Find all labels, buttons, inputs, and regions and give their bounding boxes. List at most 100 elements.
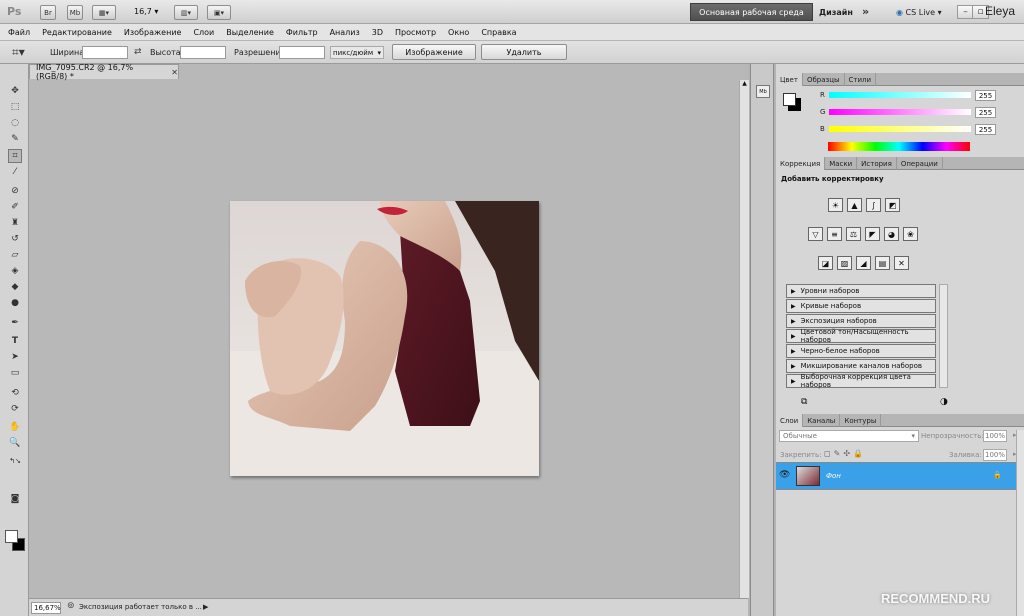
color-spectrum-bar[interactable] bbox=[828, 142, 970, 151]
fg-color-box[interactable] bbox=[783, 93, 796, 106]
presets-scrollbar[interactable] bbox=[939, 284, 948, 388]
path-selection-tool-icon[interactable]: ➤ bbox=[8, 350, 22, 364]
clip-to-layer-icon[interactable]: ⧉ bbox=[801, 397, 807, 407]
hand-tool-icon[interactable]: ✋ bbox=[8, 420, 22, 434]
preset-curves[interactable]: ▶ Кривые наборов bbox=[786, 299, 936, 313]
3d-orbit-tool-icon[interactable]: ⟳ bbox=[8, 402, 22, 416]
menu-help[interactable]: Справка bbox=[481, 28, 516, 37]
minibridge-button[interactable]: Mb bbox=[67, 5, 83, 20]
preset-black-white[interactable]: ▶ Черно-белое наборов bbox=[786, 344, 936, 358]
close-icon[interactable]: ✕ bbox=[171, 68, 178, 77]
workspace-essentials-button[interactable]: Основная рабочая среда bbox=[690, 3, 813, 21]
preset-exposure[interactable]: ▶ Экспозиция наборов bbox=[786, 314, 936, 328]
canvas-photo[interactable] bbox=[230, 201, 539, 476]
tab-swatches[interactable]: Образцы bbox=[803, 73, 845, 86]
tab-channels[interactable]: Каналы bbox=[803, 414, 841, 427]
curves-icon[interactable]: ∫ bbox=[866, 198, 881, 212]
arrange-documents-button[interactable]: ▥▾ bbox=[174, 5, 198, 20]
menu-file[interactable]: Файл bbox=[8, 28, 30, 37]
tab-masks[interactable]: Маски bbox=[825, 157, 858, 170]
channel-g-slider[interactable] bbox=[829, 109, 971, 115]
layer-row-background[interactable]: 👁 Фон 🔒 bbox=[776, 462, 1016, 490]
tab-styles[interactable]: Стили bbox=[845, 73, 877, 86]
resolution-input[interactable] bbox=[279, 46, 325, 59]
cs-live-button[interactable]: ◉ CS Live ▾ bbox=[896, 8, 942, 17]
color-balance-icon[interactable]: ⚖ bbox=[846, 227, 861, 241]
move-tool-icon[interactable]: ✥ bbox=[8, 84, 22, 98]
view-previous-icon[interactable]: ◑ bbox=[940, 397, 948, 407]
brush-tool-icon[interactable]: ✐ bbox=[8, 200, 22, 214]
more-workspaces-icon[interactable]: » bbox=[862, 5, 869, 18]
preset-selective-color[interactable]: ▶ Выборочная коррекция цвета наборов bbox=[786, 373, 936, 389]
history-brush-tool-icon[interactable]: ↺ bbox=[8, 232, 22, 246]
menu-select[interactable]: Выделение bbox=[226, 28, 274, 37]
quick-selection-tool-icon[interactable]: ✎ bbox=[8, 132, 22, 146]
eraser-tool-icon[interactable]: ▱ bbox=[8, 248, 22, 262]
workspace-design-button[interactable]: Дизайн bbox=[819, 8, 853, 17]
swap-colors-icon[interactable]: ↰↘ bbox=[8, 454, 22, 468]
lock-icons[interactable]: ◻✎✣🔒 bbox=[824, 449, 866, 458]
vibrance-icon[interactable]: ▽ bbox=[808, 227, 823, 241]
menu-analysis[interactable]: Анализ bbox=[330, 28, 360, 37]
invert-icon[interactable]: ◪ bbox=[818, 256, 833, 270]
crop-tool-preset-icon[interactable]: ⌗▾ bbox=[12, 45, 25, 60]
menu-filter[interactable]: Фильтр bbox=[286, 28, 318, 37]
lasso-tool-icon[interactable]: ◌ bbox=[8, 116, 22, 130]
tab-layers[interactable]: Слои bbox=[776, 414, 804, 427]
menu-3d[interactable]: 3D bbox=[372, 28, 383, 37]
black-white-icon[interactable]: ◤ bbox=[865, 227, 880, 241]
preset-levels[interactable]: ▶ Уровни наборов bbox=[786, 284, 936, 298]
zoom-dropdown[interactable]: 16,7 ▾ bbox=[134, 7, 158, 16]
opacity-field[interactable]: 100% bbox=[983, 430, 1007, 442]
zoom-tool-icon[interactable]: 🔍 bbox=[8, 436, 22, 450]
tab-color[interactable]: Цвет bbox=[776, 73, 803, 86]
pen-tool-icon[interactable]: ✒ bbox=[8, 316, 22, 330]
layers-scrollbar[interactable] bbox=[1016, 430, 1024, 616]
brightness-icon[interactable]: ☀ bbox=[828, 198, 843, 212]
bridge-button[interactable]: Br bbox=[40, 5, 56, 20]
preset-hue-saturation[interactable]: ▶ Цветовой тон/Насыщенность наборов bbox=[786, 328, 936, 344]
menu-window[interactable]: Окно bbox=[448, 28, 469, 37]
foreground-color-swatch[interactable] bbox=[5, 530, 18, 543]
exposure-icon[interactable]: ◩ bbox=[885, 198, 900, 212]
fill-field[interactable]: 100% bbox=[983, 449, 1007, 461]
channel-g-value[interactable]: 255 bbox=[975, 107, 996, 118]
paint-bucket-tool-icon[interactable]: ◈ bbox=[8, 264, 22, 278]
zoom-field[interactable]: 16,67% bbox=[31, 602, 61, 614]
minibridge-panel-icon[interactable]: Mb bbox=[756, 85, 770, 98]
resolution-unit-select[interactable]: пикс/дюйм ▾ bbox=[330, 46, 384, 59]
vertical-scrollbar[interactable]: ▲ bbox=[739, 80, 749, 598]
blend-mode-select[interactable]: Обычные ▾ bbox=[779, 430, 919, 442]
menu-edit[interactable]: Редактирование bbox=[42, 28, 112, 37]
status-menu-icon[interactable]: ▶ bbox=[203, 603, 208, 611]
view-extras-button[interactable]: ▦▾ bbox=[92, 5, 116, 20]
channel-r-value[interactable]: 255 bbox=[975, 90, 996, 101]
3d-rotate-tool-icon[interactable]: ⟲ bbox=[8, 386, 22, 400]
front-image-button[interactable]: Изображение bbox=[392, 44, 476, 60]
shape-tool-icon[interactable]: ▭ bbox=[8, 366, 22, 380]
channel-mixer-icon[interactable]: ❀ bbox=[903, 227, 918, 241]
menu-image[interactable]: Изображение bbox=[124, 28, 182, 37]
tab-actions[interactable]: Операции bbox=[897, 157, 943, 170]
selective-color-icon[interactable]: ✕ bbox=[894, 256, 909, 270]
posterize-icon[interactable]: ▨ bbox=[837, 256, 852, 270]
tab-adjustments[interactable]: Коррекция bbox=[776, 157, 826, 170]
blur-tool-icon[interactable]: ◆ bbox=[8, 280, 22, 294]
status-info-icon[interactable]: ⊚ bbox=[67, 601, 75, 611]
clone-stamp-tool-icon[interactable]: ♜ bbox=[8, 216, 22, 230]
document-tab[interactable]: IMG_7095.CR2 @ 16,7% (RGB/8) * ✕ bbox=[29, 63, 179, 81]
levels-icon[interactable]: ▲ bbox=[847, 198, 862, 212]
channel-b-slider[interactable] bbox=[829, 126, 971, 132]
healing-brush-tool-icon[interactable]: ⊘ bbox=[8, 184, 22, 198]
type-tool-icon[interactable]: T bbox=[8, 334, 22, 348]
height-input[interactable] bbox=[180, 46, 226, 59]
gradient-map-icon[interactable]: ▤ bbox=[875, 256, 890, 270]
channel-r-slider[interactable] bbox=[829, 92, 971, 98]
eye-icon[interactable]: 👁 bbox=[779, 470, 790, 480]
marquee-tool-icon[interactable]: ⬚ bbox=[8, 100, 22, 114]
screen-mode-button[interactable]: ▣▾ bbox=[207, 5, 231, 20]
clear-button[interactable]: Удалить bbox=[481, 44, 567, 60]
tab-history[interactable]: История bbox=[857, 157, 897, 170]
menu-view[interactable]: Просмотр bbox=[395, 28, 436, 37]
photo-filter-icon[interactable]: ◕ bbox=[884, 227, 899, 241]
